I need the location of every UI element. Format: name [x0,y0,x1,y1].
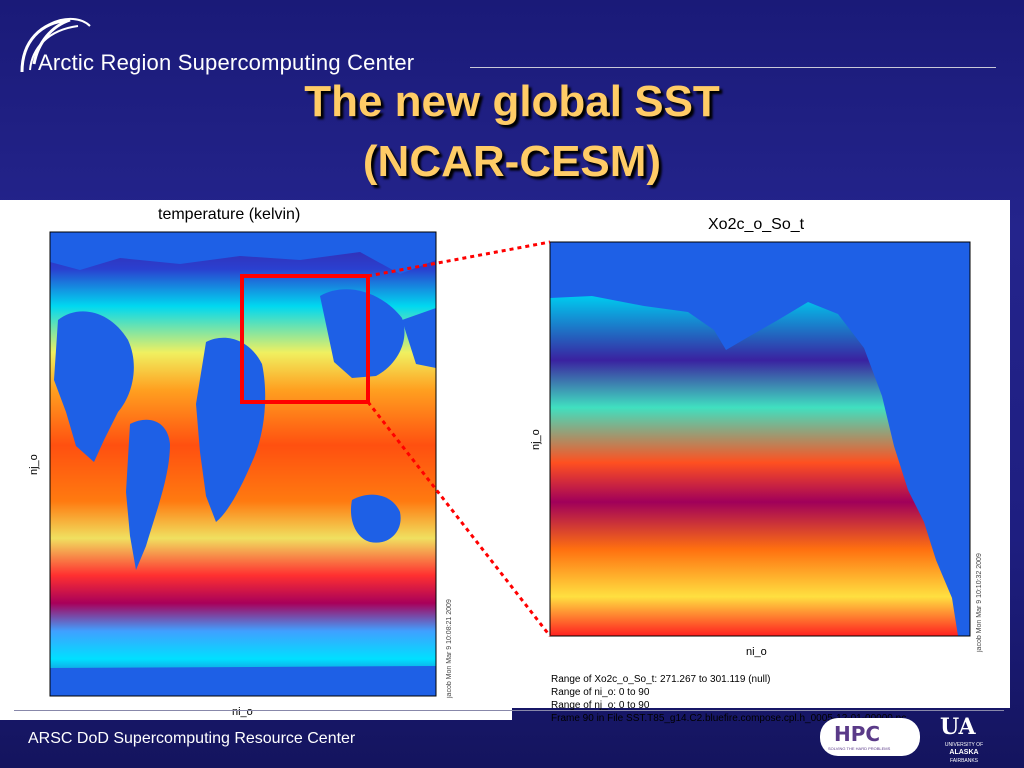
right-plot-stamp: jacob Mon Mar 9 10:10:32 2009 [976,553,983,652]
header: Arctic Region Supercomputing Center [14,8,1004,78]
right-plot-xlabel: ni_o [746,646,767,658]
right-plot-ylabel: nj_o [530,429,542,450]
footer-text: ARSC DoD Supercomputing Resource Center [28,730,356,747]
left-plot-stamp: jacob Mon Mar 9 10:08:21 2009 [446,599,453,698]
slide-title-line1: The new global SST [304,77,720,126]
hpc-logo-subtext: SOLVING THE HARD PROBLEMS [828,746,891,751]
ua-logo-line1: UNIVERSITY OF [944,742,984,748]
left-plot-title: temperature (kelvin) [158,206,301,223]
left-plot-ylabel: nj_o [28,454,40,475]
hpc-logo-text: HPC [834,722,881,746]
ua-logo-line3: FAIRBANKS [949,758,979,764]
org-name: Arctic Region Supercomputing Center [38,50,415,75]
university-of-alaska-logo: UA UNIVERSITY OF ALASKA FAIRBANKS [934,712,994,764]
slide-title-line2: (NCAR-CESM) [362,137,662,186]
ua-logo-line2: ALASKA [949,749,979,756]
hpc-logo: HPC SOLVING THE HARD PROBLEMS [820,718,920,756]
right-plot-panel [512,200,1010,708]
left-plot-panel [0,200,512,720]
right-plot-title: Xo2c_o_So_t [708,216,805,233]
header-divider [470,67,996,68]
ua-logo-mark: UA [940,714,976,740]
range-line: Range of Xo2c_o_So_t: 271.267 to 301.119… [551,674,771,685]
left-plot-xlabel: ni_o [232,706,253,718]
footer-divider [14,710,1004,711]
range-line: Range of ni_o: 0 to 90 [551,687,650,698]
